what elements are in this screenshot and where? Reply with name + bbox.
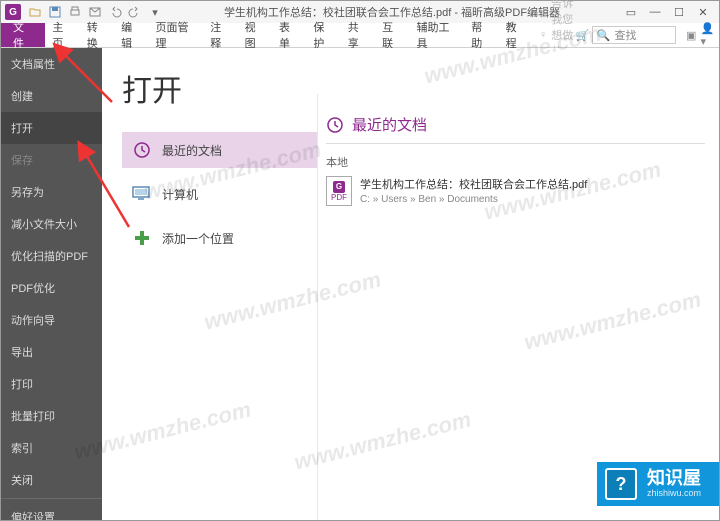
sb-pdfopt[interactable]: PDF优化 — [1, 272, 102, 304]
sb-print[interactable]: 打印 — [1, 368, 102, 400]
sb-docprops[interactable]: 文档属性 — [1, 48, 102, 80]
sb-save: 保存 — [1, 144, 102, 176]
badge-icon: ? — [605, 468, 637, 500]
pdf-file-icon: GPDF — [326, 176, 352, 206]
plus-icon — [132, 228, 152, 248]
sb-reduce[interactable]: 减小文件大小 — [1, 208, 102, 240]
tab-help[interactable]: 帮助 — [464, 23, 498, 47]
tab-tutorial[interactable]: 教程 — [499, 23, 533, 47]
open-locations: 打开 最近的文档 计算机 添加一个位置 — [102, 48, 317, 520]
doc-path: C: » Users » Ben » Documents — [360, 194, 587, 205]
loc-computer-label: 计算机 — [162, 186, 198, 203]
recent-panel: 最近的文档 本地 GPDF 学生机构工作总结：校社团联合会工作总结.pdf C:… — [317, 94, 719, 520]
tab-accessibility[interactable]: 辅助工具 — [410, 23, 465, 47]
open-title: 打开 — [122, 66, 317, 110]
loc-recent-label: 最近的文档 — [162, 142, 222, 159]
sb-index[interactable]: 索引 — [1, 432, 102, 464]
doc-name: 学生机构工作总结：校社团联合会工作总结.pdf — [360, 176, 587, 192]
tell-me[interactable]: ♀告诉我您想做什么… — [533, 23, 573, 47]
sidebar-separator — [1, 498, 102, 499]
maximize-icon[interactable]: ☐ — [667, 6, 691, 19]
sb-open[interactable]: 打开 — [1, 112, 102, 144]
search-input[interactable]: 🔍查找 — [592, 26, 676, 44]
loc-computer[interactable]: 计算机 — [122, 176, 317, 212]
tab-connect[interactable]: 互联 — [375, 23, 409, 47]
loc-add[interactable]: 添加一个位置 — [122, 220, 317, 256]
recent-header-label: 最近的文档 — [352, 114, 427, 135]
sb-batchprint[interactable]: 批量打印 — [1, 400, 102, 432]
file-sidebar: 文档属性 创建 打开 保存 另存为 减小文件大小 优化扫描的PDF PDF优化 … — [1, 48, 102, 520]
tab-share[interactable]: 共享 — [341, 23, 375, 47]
backstage: 文档属性 创建 打开 保存 另存为 减小文件大小 优化扫描的PDF PDF优化 … — [1, 48, 719, 520]
sb-prefs[interactable]: 偏好设置 — [1, 501, 102, 520]
clock-icon — [132, 140, 152, 160]
sb-create[interactable]: 创建 — [1, 80, 102, 112]
loc-add-label: 添加一个位置 — [162, 230, 234, 247]
tab-form[interactable]: 表单 — [272, 23, 306, 47]
clock-icon — [326, 116, 344, 134]
tab-view[interactable]: 视图 — [238, 23, 272, 47]
cart-icon[interactable]: 🛒 — [573, 23, 592, 47]
sb-export[interactable]: 导出 — [1, 336, 102, 368]
file-tab[interactable]: 文件 — [1, 23, 45, 47]
sb-action[interactable]: 动作向导 — [1, 304, 102, 336]
tab-comment[interactable]: 注释 — [203, 23, 237, 47]
recent-header: 最近的文档 — [326, 114, 705, 144]
sb-optscan[interactable]: 优化扫描的PDF — [1, 240, 102, 272]
badge-py: zhishiwu.com — [647, 489, 701, 499]
computer-icon — [132, 184, 152, 204]
ribbon-tabs: 文件 主页 转换 编辑 页面管理 注释 视图 表单 保护 共享 互联 辅助工具 … — [1, 23, 719, 48]
site-badge: ? 知识屋 zhishiwu.com — [597, 462, 719, 506]
tab-page[interactable]: 页面管理 — [149, 23, 204, 47]
recent-document[interactable]: GPDF 学生机构工作总结：校社团联合会工作总结.pdf C: » Users … — [326, 176, 705, 206]
badge-cn: 知识屋 — [647, 469, 701, 489]
ribbon-min-icon[interactable]: ▭ — [619, 6, 643, 19]
sb-saveas[interactable]: 另存为 — [1, 176, 102, 208]
notify-icon[interactable]: ▣ — [682, 23, 701, 47]
close-icon[interactable]: ✕ — [691, 6, 715, 19]
tab-home[interactable]: 主页 — [45, 23, 79, 47]
open-panel: 打开 最近的文档 计算机 添加一个位置 最近的文档 本地 GPDF — [102, 48, 719, 520]
user-icon[interactable]: 👤▾ — [700, 23, 719, 47]
sb-close[interactable]: 关闭 — [1, 464, 102, 496]
recent-local-label: 本地 — [326, 154, 705, 170]
minimize-icon[interactable]: — — [643, 6, 667, 18]
tab-protect[interactable]: 保护 — [306, 23, 340, 47]
tab-convert[interactable]: 转换 — [80, 23, 114, 47]
tab-edit[interactable]: 编辑 — [114, 23, 148, 47]
app-icon: G — [5, 4, 21, 20]
loc-recent[interactable]: 最近的文档 — [122, 132, 317, 168]
